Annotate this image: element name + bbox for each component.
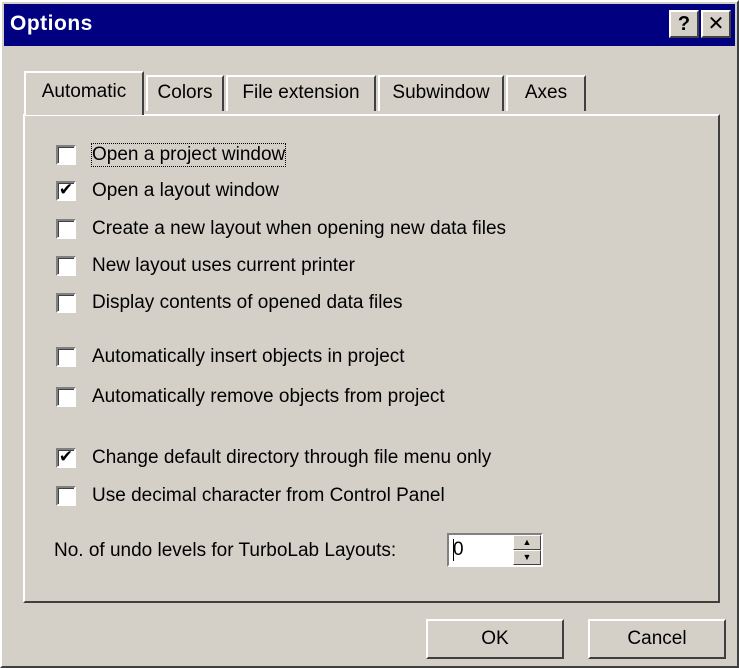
checkbox-label: Open a layout window — [92, 180, 279, 201]
check-mark-icon: ✔ — [58, 447, 74, 466]
cancel-button[interactable]: Cancel — [588, 619, 726, 659]
tab-automatic[interactable]: Automatic — [24, 71, 144, 115]
tab-file-extension[interactable]: File extension — [226, 75, 376, 111]
close-button[interactable]: ✕ — [701, 10, 731, 38]
checkbox-label: Automatically remove objects from projec… — [92, 386, 445, 407]
checkbox-auto-insert[interactable]: Automatically insert objects in project — [56, 344, 405, 370]
checkbox-label: Create a new layout when opening new dat… — [92, 218, 507, 239]
checkbox-box[interactable] — [56, 347, 76, 367]
checkbox-decimal-character[interactable]: Use decimal character from Control Panel — [56, 483, 445, 509]
tab-axes[interactable]: Axes — [506, 75, 586, 111]
checkbox-label: New layout uses current printer — [92, 255, 355, 276]
ok-button[interactable]: OK — [426, 619, 564, 659]
undo-levels-label: No. of undo levels for TurboLab Layouts: — [54, 540, 397, 561]
checkbox-box[interactable]: ✔ — [56, 180, 76, 201]
checkbox-label: Use decimal character from Control Panel — [92, 485, 445, 506]
checkbox-label: Display contents of opened data files — [92, 292, 403, 313]
title-bar[interactable]: Options ? ✕ — [4, 4, 735, 46]
check-mark-icon: ✔ — [58, 180, 74, 199]
checkbox-current-printer[interactable]: New layout uses current printer — [56, 253, 355, 279]
spin-up-button[interactable]: ▲ — [513, 535, 541, 550]
checkbox-open-layout-window[interactable]: ✔ Open a layout window — [56, 178, 279, 204]
checkbox-box[interactable] — [56, 387, 76, 407]
undo-levels-spinner[interactable]: 0 ▲ ▼ — [447, 533, 543, 567]
help-button[interactable]: ? — [669, 10, 699, 38]
checkbox-default-directory[interactable]: ✔ Change default directory through file … — [56, 445, 491, 471]
checkbox-box[interactable] — [56, 145, 76, 165]
checkbox-box[interactable]: ✔ — [56, 447, 76, 468]
checkbox-box[interactable] — [56, 486, 76, 506]
window-title: Options — [10, 12, 93, 35]
checkbox-auto-remove[interactable]: Automatically remove objects from projec… — [56, 384, 445, 410]
checkbox-label: Automatically insert objects in project — [92, 346, 405, 367]
checkbox-display-contents[interactable]: Display contents of opened data files — [56, 290, 403, 316]
checkbox-create-new-layout[interactable]: Create a new layout when opening new dat… — [56, 216, 506, 242]
spin-down-button[interactable]: ▼ — [513, 550, 541, 565]
tab-subwindow[interactable]: Subwindow — [378, 75, 504, 111]
checkbox-open-project-window[interactable]: Open a project window — [56, 142, 287, 168]
checkbox-box[interactable] — [56, 256, 76, 276]
checkbox-label: Change default directory through file me… — [92, 447, 492, 468]
options-dialog: Options ? ✕ Automatic Colors File extens… — [0, 0, 739, 668]
tab-colors[interactable]: Colors — [146, 75, 224, 111]
checkbox-box[interactable] — [56, 293, 76, 313]
checkbox-label: Open a project window — [90, 143, 287, 167]
checkbox-box[interactable] — [56, 219, 76, 239]
undo-levels-value[interactable]: 0 — [453, 539, 464, 561]
